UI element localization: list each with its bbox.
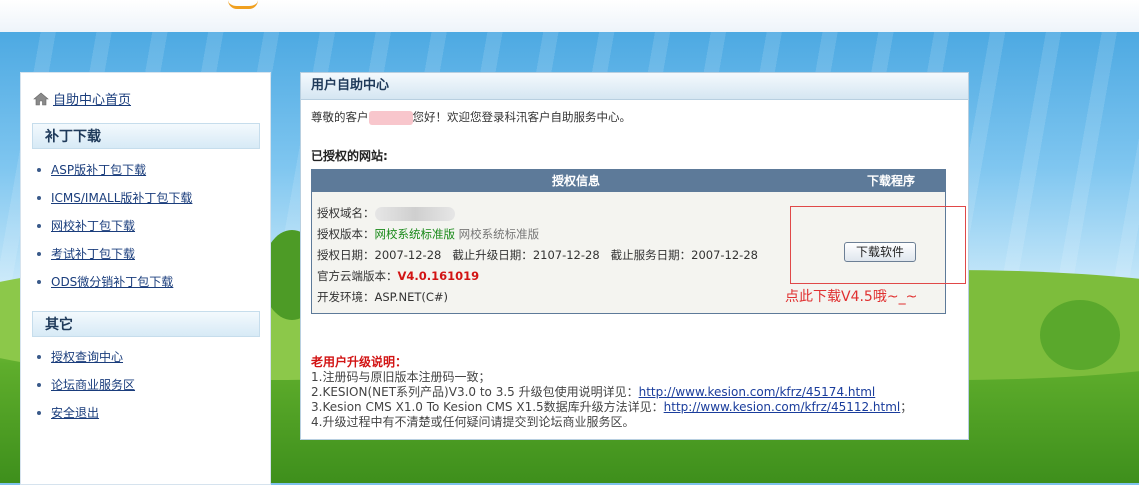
domain-label: 授权域名： bbox=[317, 206, 375, 220]
upgrade-note-1: 1.注册码与原旧版本注册码一致； bbox=[311, 370, 491, 384]
auth-date-label: 授权日期： bbox=[317, 248, 375, 262]
version-row: 授权版本：网校系统标准版 网校系统标准版 bbox=[317, 226, 539, 242]
authorized-sites-label: 已授权的网站: bbox=[311, 149, 388, 163]
sidebar-item-ods-patch[interactable]: ODS微分销补丁包下载 bbox=[35, 268, 192, 296]
home-icon bbox=[33, 92, 49, 105]
upgrade-note-3-suffix: ； bbox=[900, 400, 913, 414]
cloud-version-label: 官方云端版本： bbox=[317, 269, 398, 283]
logo-fragment bbox=[228, 0, 258, 9]
version-label: 授权版本： bbox=[317, 227, 375, 241]
sidebar-item-auth-query[interactable]: 授权查询中心 bbox=[35, 343, 135, 371]
tree-decoration bbox=[1040, 300, 1120, 370]
table-header: 授权信息 下载程序 bbox=[312, 170, 945, 192]
download-software-button[interactable]: 下载软件 bbox=[844, 242, 916, 262]
sidebar: 自助中心首页 补丁下载 ASP版补丁包下载 ICMS/IMALL版补丁包下载 网… bbox=[20, 72, 271, 485]
upgrade-note-3-link[interactable]: http://www.kesion.com/kfrz/45112.html bbox=[664, 400, 901, 414]
version-value-secondary: 网校系统标准版 bbox=[458, 227, 540, 241]
upgrade-note-2-link[interactable]: http://www.kesion.com/kfrz/45174.html bbox=[639, 385, 876, 399]
greeting-suffix: 您好！欢迎您登录科汛客户自助服务中心。 bbox=[412, 110, 632, 124]
greeting-text: 尊敬的客户 您好！欢迎您登录科汛客户自助服务中心。 bbox=[311, 109, 631, 125]
column-header-download: 下载程序 bbox=[867, 174, 916, 188]
other-heading: 其它 bbox=[32, 311, 260, 337]
upgrade-date-label: 截止升级日期： bbox=[452, 248, 533, 262]
upgrade-note-3: 3.Kesion CMS X1.0 To Kesion CMS X1.5数据库升… bbox=[311, 400, 912, 415]
upgrade-note-2: 2.KESION(NET系列产品)V3.0 to 3.5 升级包使用说明详见：h… bbox=[311, 385, 912, 400]
column-header-info: 授权信息 bbox=[552, 174, 601, 188]
upgrade-note-2-text: 2.KESION(NET系列产品)V3.0 to 3.5 升级包使用说明详见： bbox=[311, 385, 639, 399]
sidebar-item-school-patch[interactable]: 网校补丁包下载 bbox=[35, 212, 192, 240]
cloud-version-row: 官方云端版本：V4.0.161019 bbox=[317, 268, 479, 284]
environment-row: 开发环境：ASP.NET(C#) bbox=[317, 289, 448, 305]
upgrade-note-3-text: 3.Kesion CMS X1.0 To Kesion CMS X1.5数据库升… bbox=[311, 400, 664, 414]
service-date-value: 2007-12-28 bbox=[691, 248, 758, 262]
upgrade-date-value: 2107-12-28 bbox=[532, 248, 600, 262]
sidebar-item-asp-patch[interactable]: ASP版补丁包下载 bbox=[35, 156, 192, 184]
sidebar-item-forum-service[interactable]: 论坛商业服务区 bbox=[35, 371, 135, 399]
patch-download-list: ASP版补丁包下载 ICMS/IMALL版补丁包下载 网校补丁包下载 考试补丁包… bbox=[35, 156, 192, 296]
upgrade-notes-title: 老用户升级说明： bbox=[311, 355, 408, 369]
home-link-label: 自助中心首页 bbox=[53, 93, 132, 108]
upgrade-notes: 老用户升级说明： 1.注册码与原旧版本注册码一致； 2.KESION(NET系列… bbox=[311, 355, 912, 430]
environment-label: 开发环境： bbox=[317, 290, 375, 304]
masked-domain bbox=[374, 206, 455, 221]
sidebar-item-logout[interactable]: 安全退出 bbox=[35, 399, 135, 427]
dates-row: 授权日期：2007-12-28 截止升级日期：2107-12-28 截止服务日期… bbox=[317, 247, 758, 263]
service-date-label: 截止服务日期： bbox=[610, 248, 692, 262]
cloud-version-value: V4.0.161019 bbox=[397, 269, 480, 283]
download-annotation-text: 点此下载V4.5哦~_~ bbox=[785, 289, 918, 305]
main-panel: 用户自助中心 尊敬的客户 您好！欢迎您登录科汛客户自助服务中心。 已授权的网站: … bbox=[300, 72, 969, 440]
version-value: 网校系统标准版 bbox=[374, 227, 456, 241]
sidebar-item-exam-patch[interactable]: 考试补丁包下载 bbox=[35, 240, 192, 268]
domain-row: 授权域名： bbox=[317, 205, 455, 221]
sidebar-item-icms-patch[interactable]: ICMS/IMALL版补丁包下载 bbox=[35, 184, 192, 212]
upgrade-note-4: 4.升级过程中有不清楚或任何疑问请提交到论坛商业服务区。 bbox=[311, 415, 635, 429]
environment-value: ASP.NET(C#) bbox=[374, 290, 449, 304]
greeting-prefix: 尊敬的客户 bbox=[311, 110, 369, 124]
patch-download-heading: 补丁下载 bbox=[32, 123, 260, 149]
masked-username bbox=[368, 110, 413, 125]
top-header-bar bbox=[0, 0, 1139, 33]
other-list: 授权查询中心 论坛商业服务区 安全退出 bbox=[35, 343, 135, 427]
panel-title: 用户自助中心 bbox=[301, 73, 968, 100]
home-link[interactable]: 自助中心首页 bbox=[33, 89, 131, 108]
auth-date-value: 2007-12-28 bbox=[374, 248, 442, 262]
